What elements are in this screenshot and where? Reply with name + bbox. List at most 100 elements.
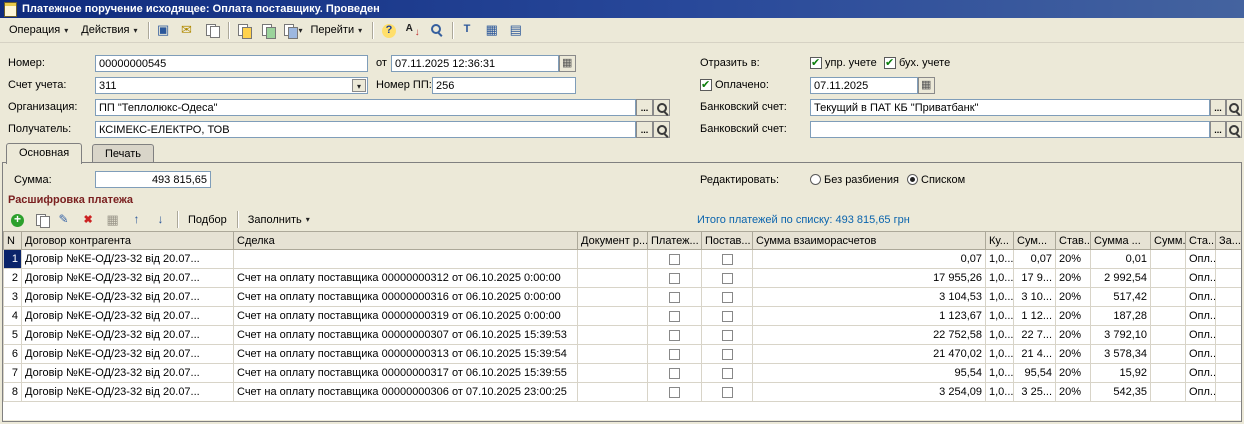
row-number-cell[interactable]: 6 bbox=[3, 344, 22, 364]
table-row[interactable]: 8 Договір №КЕ-ОД/23-32 від 20.07... Счет… bbox=[3, 382, 1241, 402]
extra-cell[interactable] bbox=[1215, 382, 1241, 402]
amount-cell[interactable]: 17 955,26 bbox=[752, 268, 986, 288]
contract-cell[interactable]: Договір №КЕ-ОД/23-32 від 20.07... bbox=[21, 268, 234, 288]
vat-amount-cell[interactable]: 517,42 bbox=[1090, 287, 1151, 307]
move-down-button[interactable] bbox=[150, 209, 173, 231]
deal-cell[interactable]: Счет на оплату поставщика 00000000317 от… bbox=[233, 363, 578, 383]
account-input[interactable] bbox=[95, 77, 368, 94]
amount2-cell[interactable]: 0,07 bbox=[1013, 249, 1056, 269]
vat-rate-cell[interactable]: 20% bbox=[1055, 249, 1091, 269]
sort-button[interactable] bbox=[401, 19, 424, 41]
vat-rate-cell[interactable]: 20% bbox=[1055, 268, 1091, 288]
column-header-supplier[interactable]: Постав... bbox=[701, 231, 753, 250]
table-row[interactable]: 5 Договір №КЕ-ОД/23-32 від 20.07... Счет… bbox=[3, 325, 1241, 345]
column-header-vat-rate[interactable]: Став... bbox=[1055, 231, 1091, 250]
upr-checkbox[interactable] bbox=[810, 56, 822, 69]
amount-cell[interactable]: 22 752,58 bbox=[752, 325, 986, 345]
deal-cell[interactable] bbox=[233, 249, 578, 269]
contract-cell[interactable]: Договір №КЕ-ОД/23-32 від 20.07... bbox=[21, 344, 234, 364]
amount-cell[interactable]: 3 254,09 bbox=[752, 382, 986, 402]
amount2-cell[interactable]: 1 12... bbox=[1013, 306, 1056, 326]
copy-button[interactable] bbox=[201, 19, 224, 41]
rate-cell[interactable]: 1,0... bbox=[985, 344, 1014, 364]
payment-checkbox-cell[interactable] bbox=[647, 325, 702, 345]
sum2-cell[interactable] bbox=[1150, 268, 1186, 288]
supplier-checkbox-cell[interactable] bbox=[701, 268, 753, 288]
reread-button[interactable] bbox=[153, 19, 176, 41]
contract-cell[interactable]: Договір №КЕ-ОД/23-32 від 20.07... bbox=[21, 363, 234, 383]
supplier-checkbox-cell[interactable] bbox=[701, 344, 753, 364]
bank-account-1-browse-button[interactable] bbox=[1210, 99, 1226, 116]
pp-number-input[interactable] bbox=[432, 77, 576, 94]
find-button[interactable] bbox=[425, 19, 448, 41]
vat-rate-cell[interactable]: 20% bbox=[1055, 287, 1091, 307]
organization-browse-button[interactable] bbox=[636, 99, 653, 116]
vat-rate-cell[interactable]: 20% bbox=[1055, 382, 1091, 402]
deal-cell[interactable]: Счет на оплату поставщика 00000000306 от… bbox=[233, 382, 578, 402]
rate-cell[interactable]: 1,0... bbox=[985, 325, 1014, 345]
document-cell[interactable] bbox=[577, 287, 648, 307]
document-cell[interactable] bbox=[577, 382, 648, 402]
status-cell[interactable]: Опл... bbox=[1185, 325, 1216, 345]
sum2-cell[interactable] bbox=[1150, 306, 1186, 326]
sum2-cell[interactable] bbox=[1150, 249, 1186, 269]
extra-cell[interactable] bbox=[1215, 249, 1241, 269]
column-header-document[interactable]: Документ р... bbox=[577, 231, 648, 250]
organization-lookup-button[interactable] bbox=[653, 99, 670, 116]
sum2-cell[interactable] bbox=[1150, 325, 1186, 345]
tab-print[interactable]: Печать bbox=[92, 144, 155, 163]
row-number-cell[interactable]: 4 bbox=[3, 306, 22, 326]
amount-cell[interactable]: 0,07 bbox=[752, 249, 986, 269]
column-header-amount2[interactable]: Сум... bbox=[1013, 231, 1056, 250]
row-number-cell[interactable]: 2 bbox=[3, 268, 22, 288]
deal-cell[interactable]: Счет на оплату поставщика 00000000319 от… bbox=[233, 306, 578, 326]
deal-cell[interactable]: Счет на оплату поставщика 00000000307 от… bbox=[233, 325, 578, 345]
paid-checkbox[interactable] bbox=[700, 78, 712, 91]
paid-date-calendar-button[interactable] bbox=[918, 77, 935, 94]
vat-amount-cell[interactable]: 542,35 bbox=[1090, 382, 1151, 402]
row-number-cell[interactable]: 3 bbox=[3, 287, 22, 307]
actions-menu-button[interactable]: Действия bbox=[75, 19, 143, 41]
rate-cell[interactable]: 1,0... bbox=[985, 268, 1014, 288]
column-header-n[interactable]: N bbox=[3, 231, 22, 250]
extra-cell[interactable] bbox=[1215, 363, 1241, 383]
table-row[interactable]: 7 Договір №КЕ-ОД/23-32 від 20.07... Счет… bbox=[3, 363, 1241, 383]
amount2-cell[interactable]: 22 7... bbox=[1013, 325, 1056, 345]
sum-input[interactable] bbox=[95, 171, 211, 188]
payment-checkbox-cell[interactable] bbox=[647, 287, 702, 307]
vat-amount-cell[interactable]: 3 792,10 bbox=[1090, 325, 1151, 345]
extra-cell[interactable] bbox=[1215, 325, 1241, 345]
fill-button[interactable]: Заполнить bbox=[242, 209, 316, 231]
rate-cell[interactable]: 1,0... bbox=[985, 306, 1014, 326]
document-cell[interactable] bbox=[577, 306, 648, 326]
table-row[interactable]: 1 Договір №КЕ-ОД/23-32 від 20.07... 0,07… bbox=[3, 249, 1241, 269]
bank-account-2-lookup-button[interactable] bbox=[1226, 121, 1242, 138]
pick-button[interactable]: Подбор bbox=[182, 209, 233, 231]
extra-cell[interactable] bbox=[1215, 344, 1241, 364]
amount2-cell[interactable]: 17 9... bbox=[1013, 268, 1056, 288]
tab-main[interactable]: Основная bbox=[6, 143, 83, 164]
copy-row-button[interactable] bbox=[30, 209, 53, 231]
vat-rate-cell[interactable]: 20% bbox=[1055, 344, 1091, 364]
sum2-cell[interactable] bbox=[1150, 287, 1186, 307]
rate-cell[interactable]: 1,0... bbox=[985, 249, 1014, 269]
buh-checkbox[interactable] bbox=[884, 56, 896, 69]
contract-cell[interactable]: Договір №КЕ-ОД/23-32 від 20.07... bbox=[21, 382, 234, 402]
column-header-sum2[interactable]: Сумм... bbox=[1150, 231, 1186, 250]
add-row-button[interactable] bbox=[6, 209, 29, 231]
account-dropdown-button[interactable] bbox=[352, 79, 366, 92]
bank-account-2-input[interactable] bbox=[810, 121, 1210, 138]
report-button[interactable] bbox=[481, 19, 504, 41]
paid-date-input[interactable] bbox=[810, 77, 918, 94]
supplier-checkbox-cell[interactable] bbox=[701, 382, 753, 402]
column-header-status[interactable]: Ста... bbox=[1185, 231, 1216, 250]
move-up-button[interactable] bbox=[126, 209, 149, 231]
row-number-cell[interactable]: 7 bbox=[3, 363, 22, 383]
status-cell[interactable]: Опл... bbox=[1185, 306, 1216, 326]
extra-cell[interactable] bbox=[1215, 306, 1241, 326]
recipient-browse-button[interactable] bbox=[636, 121, 653, 138]
amount-cell[interactable]: 1 123,67 bbox=[752, 306, 986, 326]
payment-checkbox-cell[interactable] bbox=[647, 344, 702, 364]
contract-cell[interactable]: Договір №КЕ-ОД/23-32 від 20.07... bbox=[21, 325, 234, 345]
payment-checkbox-cell[interactable] bbox=[647, 249, 702, 269]
